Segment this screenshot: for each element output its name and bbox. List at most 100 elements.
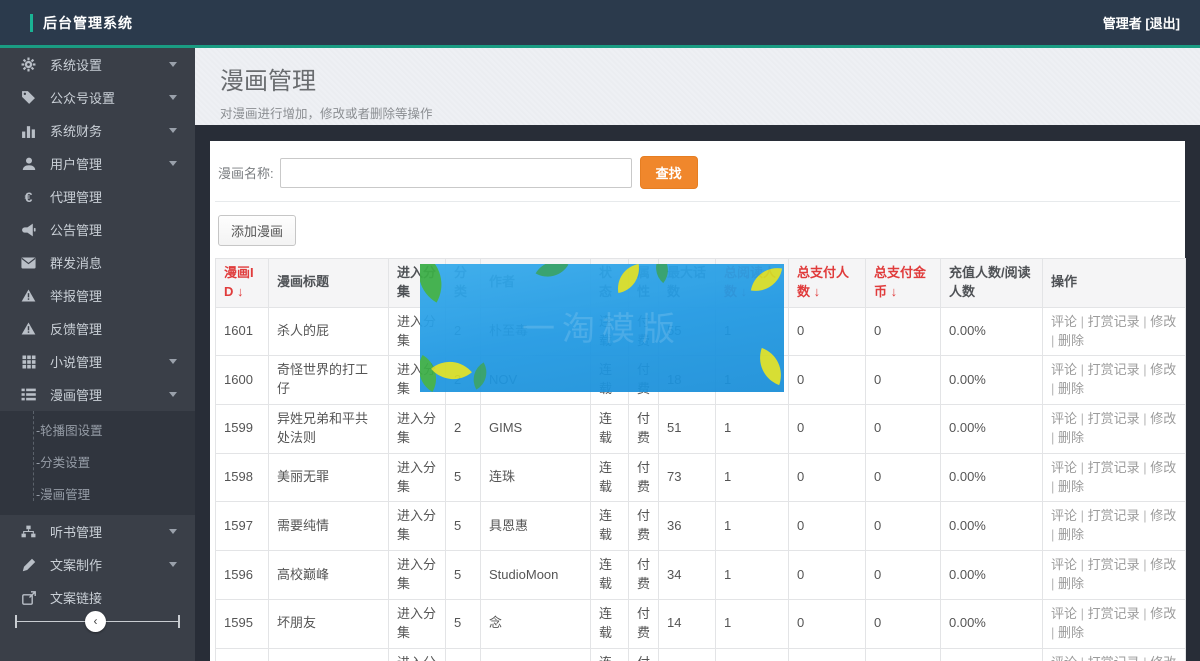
action-delete-link[interactable]: 删除 — [1058, 381, 1084, 396]
action-reward-log-link[interactable]: 打赏记录 — [1088, 655, 1140, 661]
table-row: 1598美丽无罪进入分集5连珠连载付费731000.00%评论 | 打赏记录 |… — [216, 453, 1186, 502]
column-header[interactable]: 漫画ID ↓ — [216, 259, 269, 308]
action-edit-link[interactable]: 修改 — [1150, 606, 1176, 621]
action-reward-log-link[interactable]: 打赏记录 — [1088, 508, 1140, 523]
sidebar-item[interactable]: 文案制作 — [0, 548, 195, 581]
comic-name-search-input[interactable] — [280, 158, 632, 188]
sidebar-item[interactable]: €代理管理 — [0, 180, 195, 213]
user-icon — [20, 156, 37, 171]
sitemap-icon — [20, 524, 37, 539]
action-separator: | — [1051, 527, 1058, 542]
action-delete-link[interactable]: 删除 — [1058, 333, 1084, 348]
user-logout-link[interactable]: 管理者 [退出] — [1103, 13, 1180, 32]
column-header[interactable]: 总支付金币 ↓ — [866, 259, 941, 308]
sidebar-item-label: 反馈管理 — [50, 319, 102, 338]
action-reward-log-link[interactable]: 打赏记录 — [1088, 460, 1140, 475]
action-separator: | — [1051, 576, 1058, 591]
search-button[interactable]: 查找 — [640, 156, 698, 189]
cell-ratio: 0.00% — [941, 648, 1043, 661]
action-delete-link[interactable]: 删除 — [1058, 625, 1084, 640]
sidebar-subitem[interactable]: -漫画管理 — [0, 479, 195, 511]
action-edit-link[interactable]: 修改 — [1150, 655, 1176, 661]
action-delete-link[interactable]: 删除 — [1058, 479, 1084, 494]
sort-down-icon: ↓ — [887, 284, 897, 299]
cell-actions: 评论 | 打赏记录 | 修改 | 删除 — [1043, 307, 1186, 356]
cell-author: 连珠 — [481, 453, 591, 502]
action-delete-link[interactable]: 删除 — [1058, 527, 1084, 542]
action-comment-link[interactable]: 评论 — [1051, 606, 1077, 621]
action-comment-link[interactable]: 评论 — [1051, 362, 1077, 377]
column-header: 漫画标题 — [269, 259, 389, 308]
add-comic-button[interactable]: 添加漫画 — [218, 215, 296, 246]
sidebar-item[interactable]: 举报管理 — [0, 279, 195, 312]
action-comment-link[interactable]: 评论 — [1051, 508, 1077, 523]
enter-episodes-link[interactable]: 进入分集 — [397, 460, 436, 494]
action-comment-link[interactable]: 评论 — [1051, 557, 1077, 572]
cell-ratio: 0.00% — [941, 405, 1043, 454]
cell-total-coins: 0 — [866, 356, 941, 405]
sidebar-item[interactable]: 听书管理 — [0, 515, 195, 548]
action-edit-link[interactable]: 修改 — [1150, 557, 1176, 572]
sidebar-item[interactable]: 公告管理 — [0, 213, 195, 246]
sidebar-item[interactable]: 用户管理 — [0, 147, 195, 180]
cell-ratio: 0.00% — [941, 453, 1043, 502]
search-label: 漫画名称: — [218, 163, 274, 182]
cell-comic-title: 美丽无罪 — [269, 453, 389, 502]
sort-down-icon: ↓ — [810, 284, 820, 299]
action-delete-link[interactable]: 删除 — [1058, 430, 1084, 445]
chevron-down-icon — [169, 529, 177, 534]
enter-episodes-link[interactable]: 进入分集 — [397, 655, 436, 661]
enter-episodes-link[interactable]: 进入分集 — [397, 606, 436, 640]
sidebar-item[interactable]: 系统设置 — [0, 48, 195, 81]
sidebar-item[interactable]: 漫画管理 — [0, 378, 195, 411]
action-comment-link[interactable]: 评论 — [1051, 460, 1077, 475]
sidebar-subitem[interactable]: -分类设置 — [0, 447, 195, 479]
sidebar-item[interactable]: 系统财务 — [0, 114, 195, 147]
sidebar-item[interactable]: 反馈管理 — [0, 312, 195, 345]
action-edit-link[interactable]: 修改 — [1150, 508, 1176, 523]
cell-enter-episodes: 进入分集 — [389, 502, 446, 551]
cell-max-episodes: 34 — [659, 551, 716, 600]
chevron-left-icon[interactable]: ‹ — [85, 611, 106, 632]
action-edit-link[interactable]: 修改 — [1150, 362, 1176, 377]
sidebar-subitem[interactable]: -轮播图设置 — [0, 415, 195, 447]
action-edit-link[interactable]: 修改 — [1150, 460, 1176, 475]
action-reward-log-link[interactable]: 打赏记录 — [1088, 411, 1140, 426]
cell-comic-title: 手中的世界 — [269, 648, 389, 661]
cell-actions: 评论 | 打赏记录 | 修改 | 删除 — [1043, 453, 1186, 502]
action-reward-log-link[interactable]: 打赏记录 — [1088, 362, 1140, 377]
sidebar-item[interactable]: 小说管理 — [0, 345, 195, 378]
sidebar-item-label: 文案制作 — [50, 555, 102, 574]
action-edit-link[interactable]: 修改 — [1150, 314, 1176, 329]
cell-comic-id: 1597 — [216, 502, 269, 551]
page-subtitle: 对漫画进行增加，修改或者删除等操作 — [220, 103, 1175, 122]
sidebar-item[interactable]: 文案链接 — [0, 581, 195, 614]
action-comment-link[interactable]: 评论 — [1051, 655, 1077, 661]
action-separator: | — [1140, 606, 1151, 621]
enter-episodes-link[interactable]: 进入分集 — [397, 508, 436, 542]
cell-actions: 评论 | 打赏记录 | 修改 | 删除 — [1043, 551, 1186, 600]
action-delete-link[interactable]: 删除 — [1058, 576, 1084, 591]
cell-ratio: 0.00% — [941, 551, 1043, 600]
enter-episodes-link[interactable]: 进入分集 — [397, 411, 436, 445]
enter-episodes-link[interactable]: 进入分集 — [397, 557, 436, 591]
chevron-down-icon — [169, 95, 177, 100]
action-edit-link[interactable]: 修改 — [1150, 411, 1176, 426]
search-form: 漫画名称: 查找 — [215, 150, 1180, 201]
cell-max-episodes: 51 — [659, 405, 716, 454]
cell-attr: 付费 — [629, 405, 659, 454]
sidebar-item[interactable]: 公众号设置 — [0, 81, 195, 114]
sidebar-item-label: 小说管理 — [50, 352, 102, 371]
action-reward-log-link[interactable]: 打赏记录 — [1088, 557, 1140, 572]
cell-category: 5 — [446, 599, 481, 648]
action-reward-log-link[interactable]: 打赏记录 — [1088, 314, 1140, 329]
action-comment-link[interactable]: 评论 — [1051, 411, 1077, 426]
action-reward-log-link[interactable]: 打赏记录 — [1088, 606, 1140, 621]
tags-icon — [20, 90, 37, 105]
action-comment-link[interactable]: 评论 — [1051, 314, 1077, 329]
column-header[interactable]: 总支付人数 ↓ — [789, 259, 866, 308]
sidebar-item-label: 代理管理 — [50, 187, 102, 206]
cell-comic-title: 奇怪世界的打工仔 — [269, 356, 389, 405]
sidebar-item[interactable]: 群发消息 — [0, 246, 195, 279]
cell-max-episodes: 14 — [659, 599, 716, 648]
